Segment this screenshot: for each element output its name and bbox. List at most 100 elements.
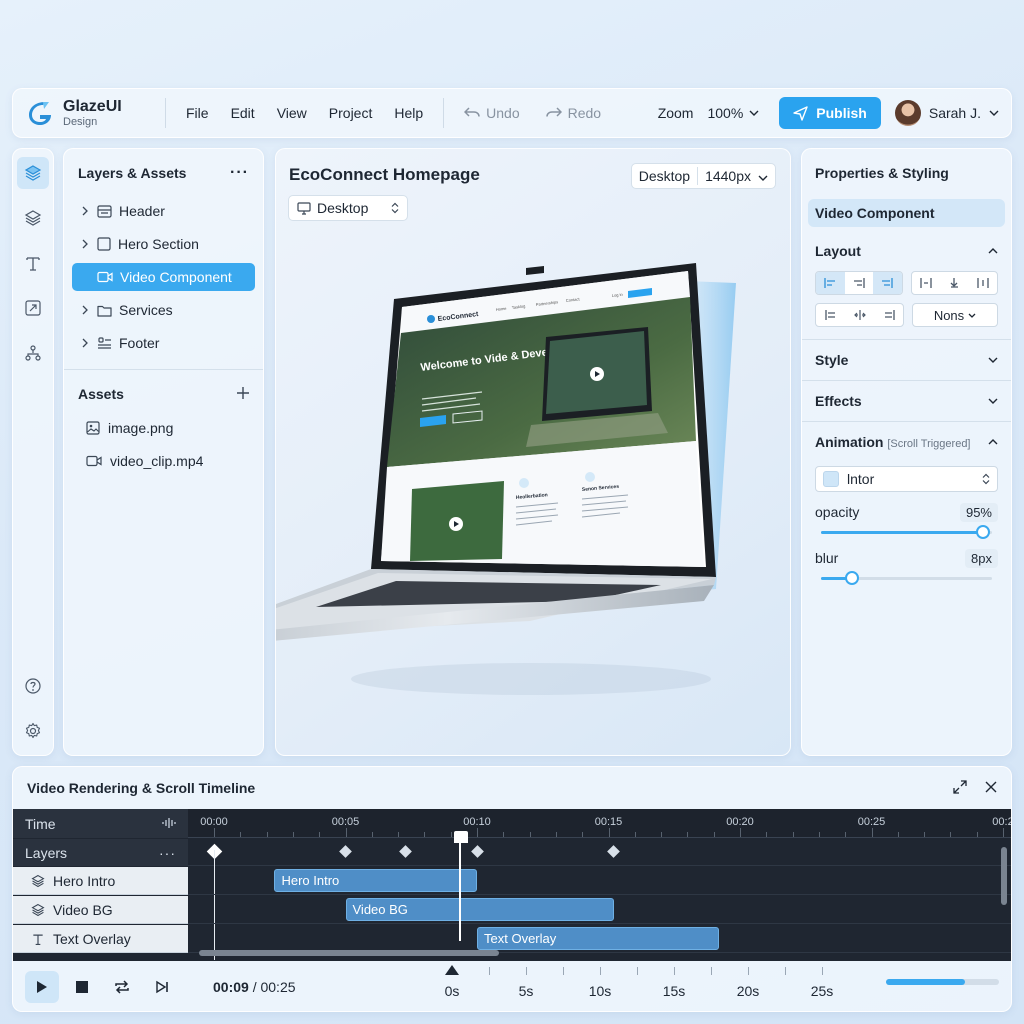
layer-item-video-component[interactable]: Video Component: [72, 263, 255, 291]
align-right-button[interactable]: [873, 272, 902, 294]
align-left-button[interactable]: [816, 272, 845, 294]
timeline-clip[interactable]: Text Overlay: [477, 927, 719, 950]
resolution-select[interactable]: Desktop 1440px: [630, 163, 776, 189]
close-button[interactable]: [985, 780, 997, 797]
play-button[interactable]: [25, 971, 59, 1003]
layer-item-label: Services: [119, 302, 173, 318]
layer-item-header[interactable]: Header: [72, 197, 255, 225]
menu-help[interactable]: Help: [394, 105, 423, 121]
add-asset-button[interactable]: [237, 386, 249, 402]
style-label: Style: [815, 352, 849, 368]
track-label-hero-intro[interactable]: Hero Intro: [13, 867, 188, 895]
layers-row-label: Layers ···: [13, 839, 188, 866]
undo-button[interactable]: Undo: [464, 105, 520, 121]
vertical-scrollbar[interactable]: [1001, 847, 1007, 905]
opacity-value[interactable]: 95%: [959, 502, 998, 522]
more-icon[interactable]: ···: [159, 845, 176, 861]
rail-layers-button[interactable]: [17, 157, 49, 189]
ruler-tick: [713, 832, 715, 837]
waveform-icon[interactable]: [162, 816, 176, 832]
distribute-horizontal-button[interactable]: [912, 272, 941, 294]
ruler-tick: [503, 832, 505, 837]
align-top-button[interactable]: [816, 304, 845, 326]
effects-section-header[interactable]: Effects: [808, 381, 1005, 421]
resize-icon: [25, 300, 41, 316]
align-center-button[interactable]: [845, 272, 874, 294]
rail-text-button[interactable]: [17, 247, 49, 279]
layer-item-services[interactable]: Services: [72, 296, 255, 324]
horizontal-align-group: [815, 271, 903, 295]
rail-components-button[interactable]: [17, 202, 49, 234]
opacity-slider[interactable]: [815, 522, 998, 542]
zoom-control: Zoom 100%: [658, 105, 760, 121]
align-end-button[interactable]: [874, 304, 903, 326]
slider-knob[interactable]: [976, 525, 991, 539]
menu-file[interactable]: File: [186, 105, 209, 121]
time-display: 00:09 / 00:25: [213, 979, 296, 995]
help-button[interactable]: [17, 670, 49, 702]
chevron-right-icon[interactable]: [80, 305, 90, 315]
align-middle-button[interactable]: [845, 304, 874, 326]
chevron-right-icon[interactable]: [80, 206, 90, 216]
device-select[interactable]: Desktop: [288, 195, 408, 221]
animation-section-header[interactable]: Animation [Scroll Triggered]: [808, 422, 1005, 462]
expand-button[interactable]: [953, 779, 967, 797]
design-canvas[interactable]: EcoConnect Home Tasklog Partnerships Con…: [275, 148, 791, 756]
align-bottom-button[interactable]: [940, 272, 969, 294]
menu-view[interactable]: View: [277, 105, 307, 121]
settings-button[interactable]: [17, 715, 49, 747]
opacity-label: opacity: [815, 504, 860, 520]
user-menu[interactable]: Sarah J.: [894, 100, 999, 126]
blur-value[interactable]: 8px: [965, 548, 998, 568]
ruler-tick: [792, 832, 794, 837]
ruler-tick: [319, 832, 321, 837]
menu-project[interactable]: Project: [329, 105, 373, 121]
loop-button[interactable]: [105, 971, 139, 1003]
skip-end-button[interactable]: [145, 971, 179, 1003]
slider-knob[interactable]: [844, 571, 859, 585]
progress-fill: [886, 979, 966, 985]
scrub-ruler[interactable]: 0s 5s 10s 15s 20s 25s: [433, 961, 883, 1011]
easing-select[interactable]: Ɩntor: [815, 466, 998, 492]
asset-item[interactable]: video_clip.mp4: [72, 447, 255, 475]
distribute-vertical-button[interactable]: [969, 272, 998, 294]
rail-components-tree-button[interactable]: [17, 337, 49, 369]
redo-button[interactable]: Redo: [545, 105, 601, 121]
blur-slider[interactable]: [815, 568, 998, 588]
keyframe-marker[interactable]: [607, 845, 621, 858]
top-bar: GlazeUI Design File Edit View Project He…: [12, 88, 1012, 138]
more-icon[interactable]: ···: [230, 164, 249, 182]
keyframe-marker[interactable]: [399, 845, 413, 858]
chevron-right-icon[interactable]: [80, 338, 90, 348]
asset-item[interactable]: image.png: [72, 414, 255, 442]
chevron-right-icon[interactable]: [80, 239, 90, 249]
timeline-clip[interactable]: Video BG: [345, 898, 614, 921]
publish-button[interactable]: Publish: [779, 97, 881, 129]
style-section-header[interactable]: Style: [808, 340, 1005, 380]
keyframe-marker[interactable]: [339, 845, 352, 858]
time-label: Time: [25, 815, 56, 832]
playhead[interactable]: [458, 831, 461, 941]
scrub-playhead-icon[interactable]: [445, 965, 459, 975]
align-end-icon: [884, 310, 895, 320]
time-ruler[interactable]: 00:00 00:05 00:10 00:15 00:20 00:25 00:2: [188, 809, 1011, 838]
track-label-video-bg[interactable]: Video BG: [13, 896, 188, 924]
zoom-select[interactable]: 100%: [707, 105, 759, 121]
horizontal-scrollbar[interactable]: [199, 950, 499, 956]
distribute-vertical-icon: [977, 278, 989, 288]
current-time: 00:09: [213, 979, 249, 995]
menu-edit[interactable]: Edit: [231, 105, 255, 121]
playhead-handle[interactable]: [453, 831, 468, 843]
rail-resize-button[interactable]: [17, 292, 49, 324]
timeline-clip[interactable]: Hero Intro: [274, 869, 477, 892]
layers-icon: [31, 874, 45, 887]
overflow-select[interactable]: Nons: [912, 303, 998, 327]
keyframe-marker[interactable]: [470, 845, 484, 858]
stop-icon: [76, 981, 88, 993]
layer-item-hero-section[interactable]: Hero Section: [72, 230, 255, 258]
layout-section-header[interactable]: Layout: [808, 231, 1005, 271]
track-label-text-overlay[interactable]: Text Overlay: [13, 925, 188, 953]
layer-item-footer[interactable]: Footer: [72, 329, 255, 357]
ruler-tick: [976, 832, 978, 837]
stop-button[interactable]: [65, 971, 99, 1003]
